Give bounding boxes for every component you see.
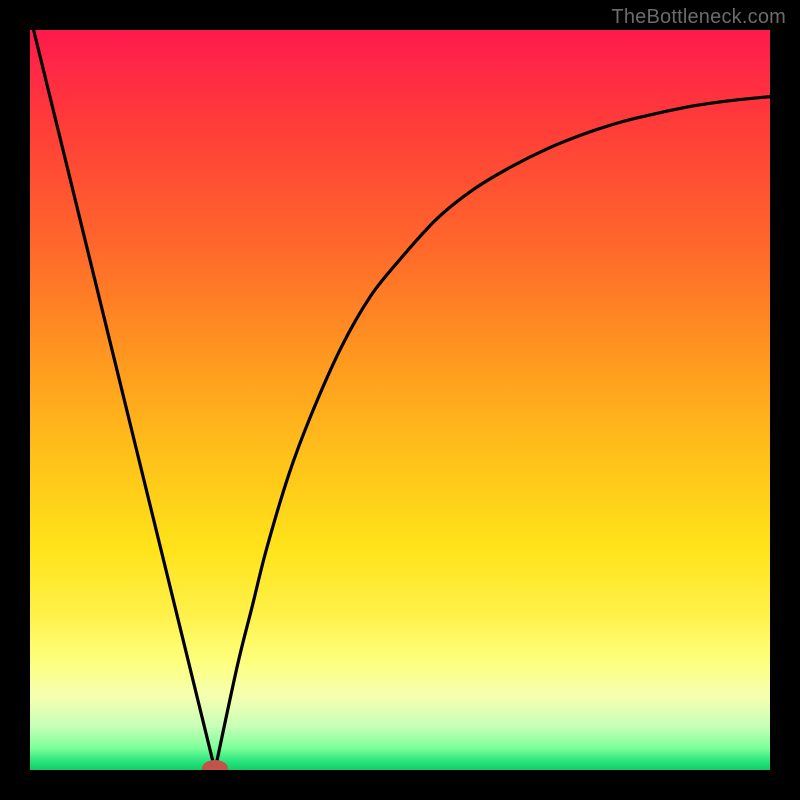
source-watermark: TheBottleneck.com xyxy=(611,6,786,29)
plot-area xyxy=(30,30,770,770)
bottleneck-curve xyxy=(30,30,770,770)
minimum-marker xyxy=(202,760,228,770)
chart-frame: TheBottleneck.com xyxy=(0,0,800,800)
curve-path xyxy=(30,30,770,770)
